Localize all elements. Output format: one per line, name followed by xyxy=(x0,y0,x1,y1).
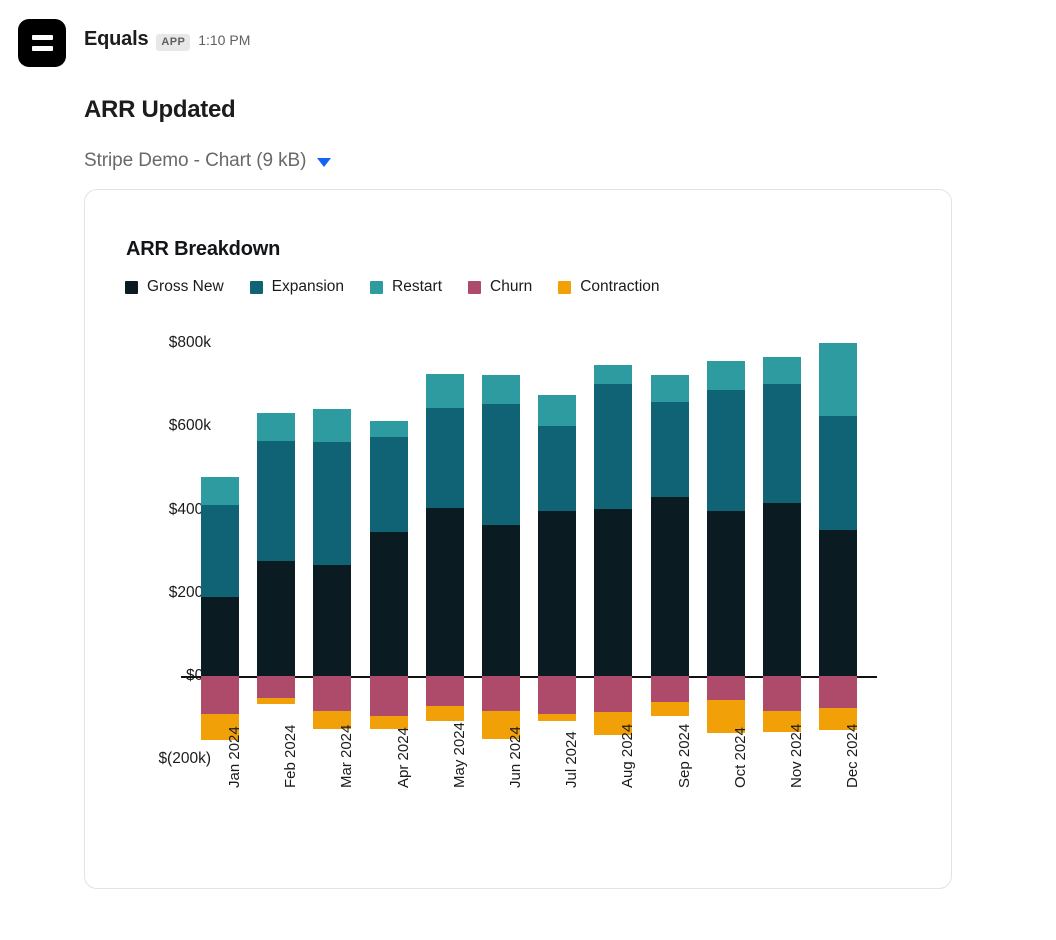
x-axis-tick-label: Apr 2024 xyxy=(394,727,412,788)
slack-message: Equals APP 1:10 PM ARR Updated Stripe De… xyxy=(0,0,1056,889)
sender-name[interactable]: Equals xyxy=(84,28,149,51)
x-axis-tick-label: Jun 2024 xyxy=(507,726,524,788)
page-title: ARR Updated xyxy=(84,96,236,123)
file-attachment-line[interactable]: Stripe Demo - Chart (9 kB) xyxy=(84,150,1032,172)
file-name[interactable]: Stripe Demo - Chart (9 kB) xyxy=(84,150,306,172)
x-axis-labels: Jan 2024 Feb 2024 Mar 2024 Apr 2024 May 2024… xyxy=(85,190,951,888)
app-badge: APP xyxy=(156,34,191,52)
chevron-down-icon[interactable] xyxy=(317,158,332,167)
x-axis-tick-label: Dec 2024 xyxy=(844,723,862,788)
equals-icon-bar-top xyxy=(31,35,53,40)
message-header: Equals APP 1:10 PM xyxy=(0,16,1056,67)
x-axis-tick-label: Aug 2024 xyxy=(619,723,637,788)
x-axis-tick-label: May 2024 xyxy=(450,722,468,788)
message-timestamp[interactable]: 1:10 PM xyxy=(198,32,250,48)
x-axis-tick-label: Sep 2024 xyxy=(675,723,693,788)
x-axis-tick-label: Feb 2024 xyxy=(282,724,300,788)
chart-card: ARR Breakdown Gross New Expansion Restart C… xyxy=(84,189,952,889)
equals-icon-bar-bottom xyxy=(31,46,53,51)
equals-app-icon[interactable] xyxy=(18,19,66,67)
x-axis-tick-label: Jul 2024 xyxy=(563,731,581,788)
x-axis-tick-label: Mar 2024 xyxy=(338,724,356,788)
x-axis-tick-label: Jan 2024 xyxy=(226,726,243,788)
message-headline: Equals APP 1:10 PM xyxy=(84,16,250,52)
message-body: ARR Updated Stripe Demo - Chart (9 kB) A… xyxy=(0,96,1056,889)
chart-plot-area: $800k$600k$400k$200k$0k$(200k) Jan 2024F… xyxy=(85,190,951,888)
x-axis-tick-label: Oct 2024 xyxy=(731,727,749,788)
x-axis-tick-label: Nov 2024 xyxy=(788,723,805,788)
